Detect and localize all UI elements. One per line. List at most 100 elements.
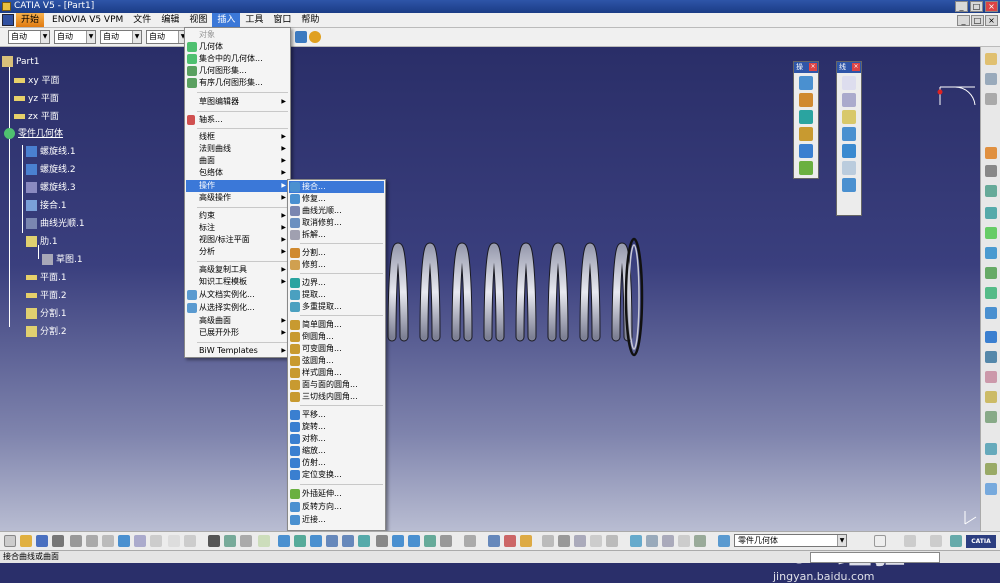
analysis-icon[interactable] <box>985 391 997 403</box>
menu-item-annotations[interactable]: 标注 ▶ <box>186 222 289 234</box>
tree-item-yz-plane[interactable]: yz 平面 <box>14 92 59 106</box>
menu-file[interactable]: 文件 <box>128 13 156 27</box>
spring-model[interactable] <box>0 47 980 531</box>
pan-icon[interactable] <box>294 535 306 547</box>
current-body-combo[interactable]: 零件几何体 ▼ <box>734 534 847 547</box>
split-icon[interactable] <box>799 93 813 107</box>
menu-item-developed-shapes[interactable]: 已展开外形 ▶ <box>186 327 289 339</box>
tree-item-rib-1[interactable]: 肋.1 <box>26 235 58 249</box>
tree-root[interactable]: Part1 <box>2 55 40 69</box>
hide-show-icon[interactable] <box>224 535 236 547</box>
hide-icon[interactable] <box>424 535 436 547</box>
tree-item-helix-3[interactable]: 螺旋线.3 <box>26 181 76 195</box>
update-icon[interactable] <box>520 535 532 547</box>
menu-item-instantiate-from-selection[interactable]: 从选择实例化... <box>186 302 289 314</box>
sweep-icon[interactable] <box>985 227 997 239</box>
paste-icon[interactable] <box>102 535 114 547</box>
ruler-icon[interactable] <box>590 535 602 547</box>
menu-item-scaling[interactable]: 缩放... <box>289 445 384 457</box>
catalog-icon[interactable] <box>208 535 220 547</box>
menu-item-extract[interactable]: 提取... <box>289 289 384 301</box>
menu-tools[interactable]: 工具 <box>240 13 268 27</box>
tree-item-curve-smooth-1[interactable]: 曲线光顺.1 <box>26 217 85 231</box>
menu-item-styling-fillet[interactable]: 样式圆角... <box>289 367 384 379</box>
pattern-icon[interactable] <box>985 331 997 343</box>
filter-icon[interactable] <box>464 535 476 547</box>
translate-icon[interactable] <box>799 144 813 158</box>
undo-icon[interactable] <box>118 535 130 547</box>
menu-item-shape-fillet[interactable]: 简单圆角... <box>289 319 384 331</box>
grid-icon[interactable] <box>985 351 997 363</box>
doc-restore-button[interactable]: □ <box>971 15 984 26</box>
tree-item-helix-1[interactable]: 螺旋线.1 <box>26 145 76 159</box>
menu-help[interactable]: 帮助 <box>296 13 324 27</box>
menu-item-symmetry[interactable]: 对称... <box>289 433 384 445</box>
menu-item-constraints[interactable]: 约束 ▶ <box>186 210 289 222</box>
tree-item-split-1[interactable]: 分割.1 <box>26 307 67 321</box>
menu-view[interactable]: 视图 <box>184 13 212 27</box>
knowledge-icon[interactable] <box>985 483 997 495</box>
menu-item-geometrical-set[interactable]: 几何图形集... <box>186 65 289 77</box>
menu-item-multiple-extract[interactable]: 多重提取... <box>289 301 384 313</box>
open-icon[interactable] <box>20 535 32 547</box>
parameters-icon[interactable] <box>904 535 916 547</box>
blend-icon[interactable] <box>985 287 997 299</box>
visibility-icon[interactable] <box>678 535 690 547</box>
menu-item-analysis[interactable]: 分析 ▶ <box>186 246 289 258</box>
work-object-icon[interactable] <box>646 535 658 547</box>
menu-item-operations[interactable]: 操作 ▶ <box>186 180 289 192</box>
menu-item-curve-smooth[interactable]: 曲线光顺... <box>289 205 384 217</box>
sync-icon[interactable] <box>542 535 554 547</box>
connect-icon[interactable] <box>985 443 997 455</box>
revolve-icon[interactable] <box>985 207 997 219</box>
zoom-in-icon[interactable] <box>326 535 338 547</box>
axis-icon[interactable] <box>985 73 997 85</box>
menu-item-wireframe[interactable]: 线框 ▶ <box>186 131 289 143</box>
maximize-button[interactable]: □ <box>970 1 983 12</box>
formula-icon[interactable] <box>168 535 180 547</box>
doc-close-button[interactable]: × <box>985 15 998 26</box>
menu-window[interactable]: 窗口 <box>268 13 296 27</box>
menu-item-advanced-operations[interactable]: 高级操作 ▶ <box>186 192 289 204</box>
3d-viewport[interactable]: 操× 线× Bai 经验 jingyan.baidu.com <box>0 47 980 583</box>
new-icon[interactable] <box>4 535 16 547</box>
fit-all-icon[interactable] <box>278 535 290 547</box>
boundary-icon[interactable] <box>799 110 813 124</box>
grid-snap-icon[interactable] <box>574 535 586 547</box>
measure-icon[interactable] <box>985 371 997 383</box>
doc-icon[interactable] <box>2 14 14 26</box>
color-combo[interactable]: 自动 ▼ <box>8 30 50 44</box>
loft-icon[interactable] <box>985 267 997 279</box>
pad-icon[interactable] <box>985 147 997 159</box>
copy-icon[interactable] <box>86 535 98 547</box>
line-icon[interactable] <box>842 93 856 107</box>
table-icon[interactable] <box>606 535 618 547</box>
wireframe-float-toolbar[interactable]: 线 × <box>836 61 862 216</box>
blank-icon[interactable] <box>874 535 886 547</box>
close-button[interactable]: × <box>985 1 998 12</box>
menu-item-biw-templates[interactable]: BiW Templates ▶ <box>186 345 289 357</box>
menu-item-advanced-replication-tools[interactable]: 高级复制工具 ▶ <box>186 264 289 276</box>
tree-item-join-1[interactable]: 接合.1 <box>26 199 67 213</box>
knowledge-icon[interactable] <box>184 535 196 547</box>
sketcher-icon[interactable] <box>985 53 997 65</box>
tree-item-zx-plane[interactable]: zx 平面 <box>14 110 59 124</box>
print-icon[interactable] <box>52 535 64 547</box>
swap-space-icon[interactable] <box>440 535 452 547</box>
menu-item-join[interactable]: 接合... <box>289 181 384 193</box>
menu-item-near[interactable]: 近接... <box>289 514 384 526</box>
hole-icon[interactable] <box>985 165 997 177</box>
tree-item-plane-1[interactable]: 平面.1 <box>26 271 67 285</box>
constraint-defined-icon[interactable] <box>504 535 516 547</box>
menu-item-views-annotation-planes[interactable]: 视图/标注平面 ▶ <box>186 234 289 246</box>
painter-icon[interactable] <box>295 31 307 43</box>
tree-item-sketch-1[interactable]: 草图.1 <box>42 253 83 267</box>
menu-item-face-face-fillet[interactable]: 面与面的圆角... <box>289 379 384 391</box>
iso-view-icon[interactable] <box>392 535 404 547</box>
menu-edit[interactable]: 编辑 <box>156 13 184 27</box>
geometric-set-icon[interactable] <box>718 535 730 547</box>
rotate-view-icon[interactable] <box>310 535 322 547</box>
zoom-out-icon[interactable] <box>342 535 354 547</box>
menu-item-healing[interactable]: 修复... <box>289 193 384 205</box>
join-icon[interactable] <box>799 76 813 90</box>
